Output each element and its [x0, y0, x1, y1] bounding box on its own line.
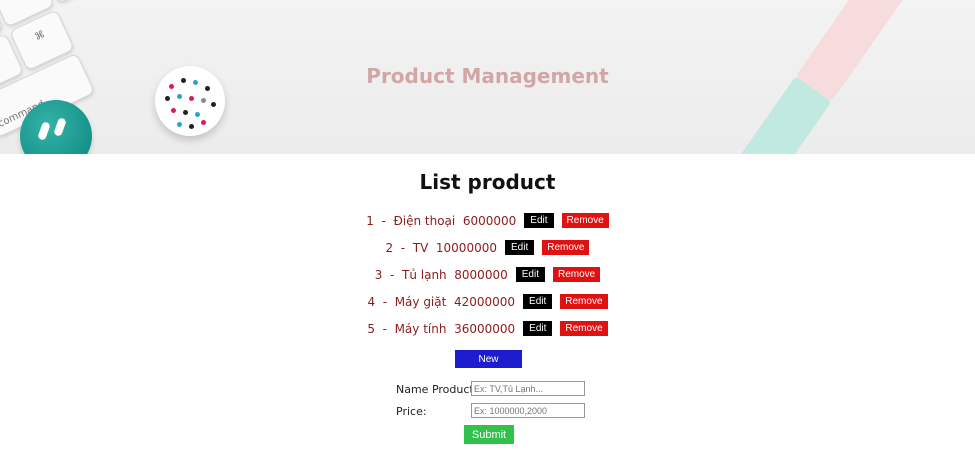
- badge-mark: [37, 121, 51, 141]
- product-list: 1 - Điện thoại 6000000 Edit Remove 2 - T…: [0, 207, 975, 342]
- product-info: 2 - TV 10000000: [385, 240, 497, 255]
- edit-button[interactable]: Edit: [523, 294, 553, 309]
- product-info: 4 - Máy giặt 42000000: [367, 294, 516, 309]
- badge-mark: [53, 117, 67, 137]
- keyboard-symbol: ⌘: [33, 29, 47, 44]
- submit-button[interactable]: Submit: [464, 425, 514, 444]
- list-item: 4 - Máy giặt 42000000 Edit Remove: [0, 288, 975, 315]
- page-title: Product Management: [366, 64, 609, 88]
- list-item: 5 - Máy tính 36000000 Edit Remove: [0, 315, 975, 342]
- price-label: Price:: [396, 405, 427, 418]
- product-info: 1 - Điện thoại 6000000: [366, 213, 517, 228]
- name-product-input[interactable]: [471, 381, 585, 396]
- badge-dot: [195, 112, 200, 117]
- badge-dot: [177, 122, 182, 127]
- edit-button[interactable]: Edit: [504, 240, 535, 255]
- list-item: 3 - Tủ lạnh 8000000 Edit Remove: [0, 261, 975, 288]
- new-product-button[interactable]: New product: [455, 350, 522, 383]
- badge-dot: [189, 96, 194, 101]
- list-heading: List product: [419, 170, 556, 194]
- badge-dot: [211, 102, 216, 107]
- product-info: 5 - Máy tính 36000000: [367, 321, 516, 336]
- badge-dot: [189, 124, 194, 129]
- edit-button[interactable]: Edit: [524, 213, 554, 228]
- list-item: 2 - TV 10000000 Edit Remove: [0, 234, 975, 261]
- remove-button[interactable]: Remove: [561, 213, 609, 228]
- price-input[interactable]: [471, 403, 585, 418]
- badge-dot: [201, 98, 206, 103]
- remove-button[interactable]: Remove: [542, 240, 590, 255]
- list-item: 1 - Điện thoại 6000000 Edit Remove: [0, 207, 975, 234]
- header-banner: ⌘ command Product Management: [0, 0, 975, 154]
- edit-button[interactable]: Edit: [515, 267, 545, 282]
- badge-dot: [165, 96, 170, 101]
- product-info: 3 - Tủ lạnh 8000000: [374, 267, 508, 282]
- name-product-label: Name Product:: [396, 383, 478, 396]
- remove-button[interactable]: Remove: [560, 294, 608, 309]
- badge-dot: [183, 110, 188, 115]
- edit-button[interactable]: Edit: [523, 321, 553, 336]
- remove-button[interactable]: Remove: [552, 267, 601, 282]
- badge-dot: [201, 120, 206, 125]
- badge-dot: [171, 108, 176, 113]
- badge-dot: [177, 94, 182, 99]
- remove-button[interactable]: Remove: [560, 321, 608, 336]
